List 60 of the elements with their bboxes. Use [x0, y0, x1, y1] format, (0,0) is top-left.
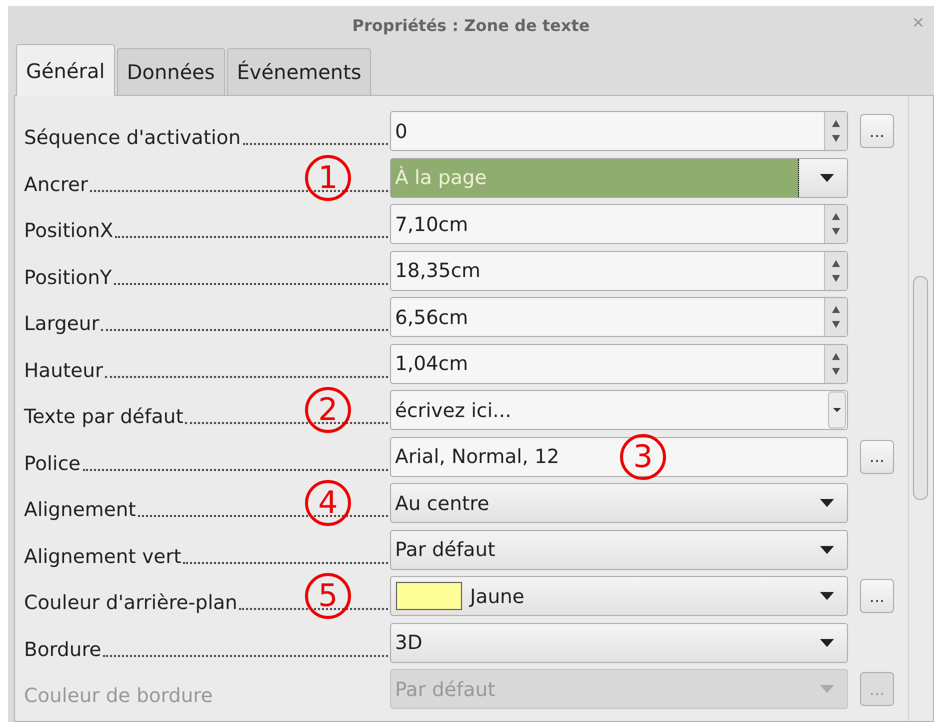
number-marker: 1 [305, 154, 351, 200]
spin-field[interactable]: 18,35cm [390, 250, 848, 291]
scrollbar[interactable] [908, 96, 931, 721]
number-marker: 2 [305, 387, 351, 433]
window-title: Propriétés : Zone de texte [352, 16, 590, 34]
combo-field[interactable]: écrivez ici... [390, 390, 848, 430]
spin-arrows-icon[interactable] [824, 344, 847, 383]
dropdown-arrow-icon[interactable] [819, 498, 835, 508]
property-label: Hauteur [24, 360, 103, 382]
property-label: PositionY [24, 266, 112, 289]
field-value: écrivez ici... [394, 398, 512, 422]
field-value: 18,35cm [394, 259, 481, 282]
selected-value: 3D [394, 631, 424, 654]
property-label: Ancrer [24, 174, 88, 196]
field-value: Arial, Normal, 12 [394, 445, 560, 468]
spin-field[interactable]: 7,10cm [390, 204, 848, 244]
tab[interactable]: Événements [226, 48, 372, 95]
field-value: 7,10cm [394, 212, 468, 236]
browse-button[interactable]: ... [860, 579, 894, 614]
property-label: Alignement [24, 499, 136, 522]
field-value: 1,04cm [394, 352, 468, 376]
property-label: Séquence d'activation [24, 127, 241, 150]
selected-value: Au centre [394, 492, 490, 515]
property-label: Couleur de bordure [24, 685, 213, 708]
selected-value: Par défaut [394, 678, 496, 701]
dropdown-arrow-icon[interactable] [819, 172, 835, 183]
spin-field[interactable]: 0 [390, 111, 848, 152]
spin-field[interactable]: 6,56cm [390, 297, 848, 338]
property-label: Couleur d'arrière-plan [24, 592, 238, 614]
number-marker: 5 [305, 573, 351, 619]
dropdown-arrow-icon[interactable] [819, 544, 835, 555]
field-value: 0 [394, 120, 408, 143]
field-value: 6,56cm [394, 306, 468, 329]
dropdown-arrow-icon[interactable] [819, 591, 835, 602]
spin-arrows-icon[interactable] [824, 112, 847, 150]
spin-field[interactable]: 1,04cm [390, 344, 848, 384]
selected-value: Jaune [468, 584, 526, 608]
dropdown[interactable]: Par défaut [390, 530, 848, 570]
spin-arrows-icon[interactable] [824, 298, 847, 336]
property-label: Bordure [24, 638, 102, 661]
property-label: Police [24, 452, 81, 475]
number-marker: 4 [305, 480, 351, 526]
property-label: Alignement vert [24, 546, 182, 568]
dropdown[interactable]: Au centre [390, 483, 848, 524]
dropdown-arrow-icon[interactable] [819, 638, 835, 648]
dropdown[interactable]: Jaune [390, 576, 848, 616]
browse-button[interactable]: ... [860, 114, 894, 148]
tab[interactable]: Données [116, 48, 225, 95]
browse-button[interactable]: ... [860, 440, 894, 474]
spin-arrows-icon[interactable] [824, 205, 847, 244]
property-label: Largeur [24, 313, 100, 336]
property-label: PositionX [24, 220, 114, 242]
number-marker: 3 [620, 434, 666, 480]
dropdown[interactable]: 3D [390, 622, 848, 663]
spin-arrows-icon[interactable] [824, 252, 847, 290]
property-label: Texte par défaut [24, 406, 184, 428]
tab[interactable]: Général [16, 44, 115, 96]
selected-value: À la page [391, 158, 799, 197]
scroll-thumb[interactable] [913, 276, 928, 500]
selected-value: Par défaut [394, 538, 496, 562]
